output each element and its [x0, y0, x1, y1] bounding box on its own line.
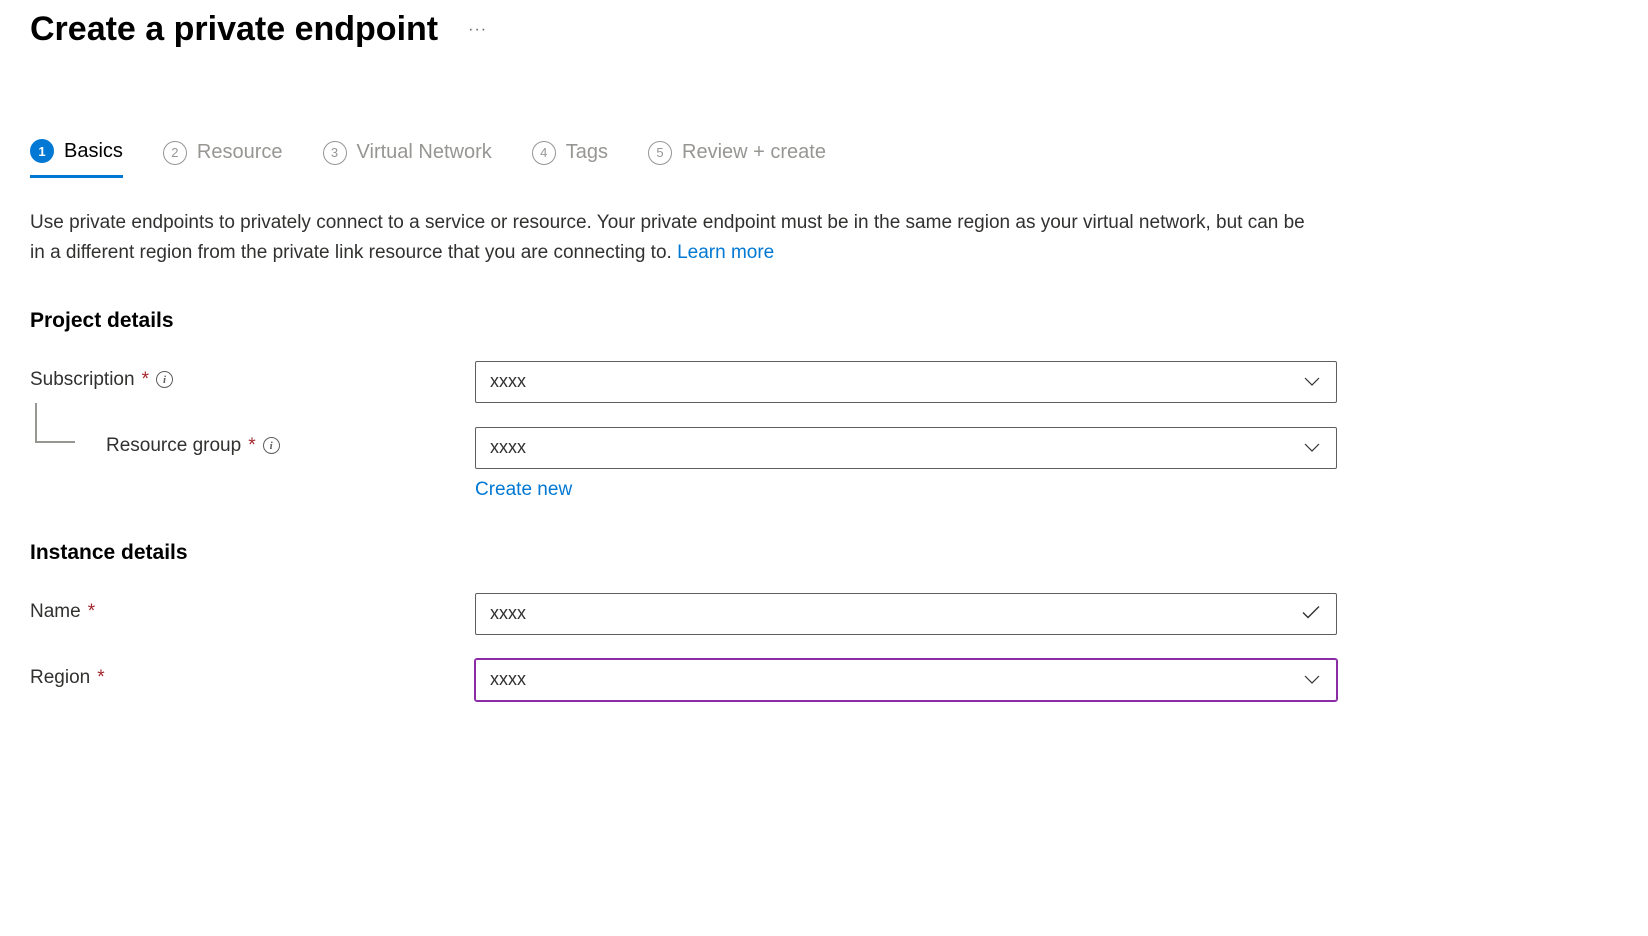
tab-tags[interactable]: 4 Tags: [532, 139, 608, 178]
subscription-label: Subscription: [30, 369, 135, 391]
resource-group-select[interactable]: xxxx: [475, 427, 1337, 469]
create-new-resource-group-link[interactable]: Create new: [475, 479, 572, 501]
page-description: Use private endpoints to privately conne…: [30, 208, 1310, 269]
region-label: Region: [30, 667, 90, 689]
name-value: xxxx: [490, 603, 526, 624]
required-indicator: *: [142, 369, 149, 391]
region-value: xxxx: [490, 669, 526, 690]
page-title: Create a private endpoint: [30, 10, 438, 49]
tab-label: Tags: [566, 141, 608, 164]
tab-virtual-network[interactable]: 3 Virtual Network: [323, 139, 492, 178]
section-instance-details-title: Instance details: [30, 541, 1618, 565]
tab-label: Virtual Network: [357, 141, 492, 164]
learn-more-link[interactable]: Learn more: [677, 242, 774, 263]
resource-group-label: Resource group: [106, 435, 241, 457]
info-icon[interactable]: i: [263, 437, 280, 454]
chevron-down-icon: [1304, 374, 1320, 390]
info-icon[interactable]: i: [156, 371, 173, 388]
name-label: Name: [30, 601, 81, 623]
required-indicator: *: [88, 601, 95, 623]
tab-step-number: 5: [648, 141, 672, 165]
tab-label: Review + create: [682, 141, 826, 164]
region-select[interactable]: xxxx: [475, 659, 1337, 701]
tab-basics[interactable]: 1 Basics: [30, 139, 123, 178]
chevron-down-icon: [1304, 440, 1320, 456]
chevron-down-icon: [1304, 672, 1320, 688]
required-indicator: *: [248, 435, 255, 457]
description-text: Use private endpoints to privately conne…: [30, 212, 1305, 263]
wizard-tabs: 1 Basics 2 Resource 3 Virtual Network 4 …: [30, 139, 1618, 178]
resource-group-value: xxxx: [490, 437, 526, 458]
tab-step-number: 4: [532, 141, 556, 165]
tab-step-number: 2: [163, 141, 187, 165]
required-indicator: *: [97, 667, 104, 689]
hierarchy-connector: [35, 403, 75, 443]
subscription-select[interactable]: xxxx: [475, 361, 1337, 403]
more-actions-icon[interactable]: ···: [468, 21, 487, 39]
tab-resource[interactable]: 2 Resource: [163, 139, 283, 178]
section-project-details-title: Project details: [30, 309, 1618, 333]
tab-step-number: 1: [30, 139, 54, 163]
tab-label: Basics: [64, 140, 123, 163]
tab-step-number: 3: [323, 141, 347, 165]
tab-review-create[interactable]: 5 Review + create: [648, 139, 826, 178]
checkmark-icon: [1302, 605, 1320, 622]
name-input[interactable]: xxxx: [475, 593, 1337, 635]
subscription-value: xxxx: [490, 371, 526, 392]
tab-label: Resource: [197, 141, 283, 164]
